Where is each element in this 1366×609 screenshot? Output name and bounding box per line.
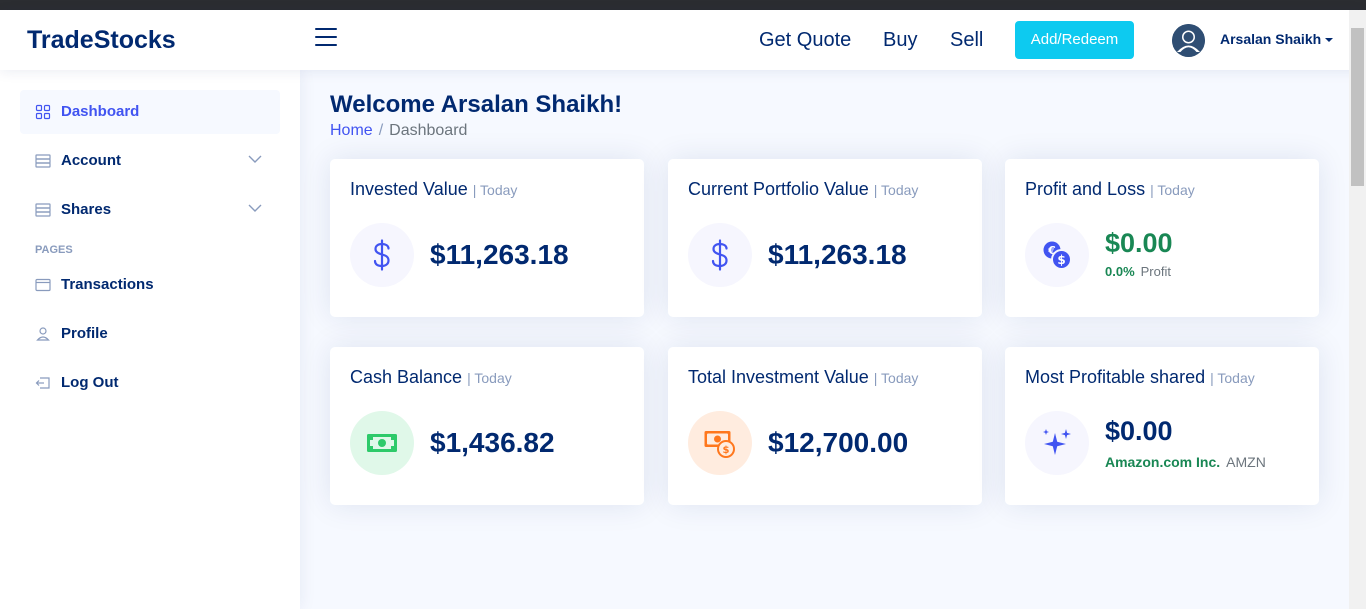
card-title: Total Investment Value xyxy=(688,367,869,387)
card-period: | Today xyxy=(1150,182,1195,198)
svg-text:$: $ xyxy=(723,445,730,456)
card-icon xyxy=(35,278,51,292)
sidebar-item-label: Log Out xyxy=(61,374,119,391)
cash-balance-amount: $1,436.82 xyxy=(430,427,555,458)
cash-balance-card: Cash Balance | Today $1,436.82 xyxy=(330,347,644,505)
pages-heading: PAGES xyxy=(35,244,73,256)
add-redeem-button[interactable]: Add/Redeem xyxy=(1015,21,1134,59)
caret-down-icon[interactable] xyxy=(1325,38,1333,42)
total-investment-amount: $12,700.00 xyxy=(768,427,909,458)
card-period: | Today xyxy=(472,182,518,198)
dollar-icon xyxy=(688,223,752,287)
cash-coin-icon: $ xyxy=(688,411,752,475)
card-period: | Today xyxy=(467,370,512,386)
portfolio-value-amount: $11,263.18 xyxy=(768,239,907,270)
invested-value-amount: $11,263.18 xyxy=(430,239,569,270)
sidebar: Dashboard Account Shares PAGES Transacti… xyxy=(0,70,300,609)
sidebar-item-label: Transactions xyxy=(61,276,154,293)
portfolio-value-card: Current Portfolio Value | Today $11,263.… xyxy=(668,159,982,317)
card-title: Most Profitable shared xyxy=(1025,367,1206,387)
breadcrumb: Home / Dashboard xyxy=(330,122,467,140)
sidebar-item-dashboard[interactable]: Dashboard xyxy=(20,90,280,134)
most-profitable-card: Most Profitable shared | Today $0.00 Ama… xyxy=(1005,347,1319,505)
card-period: | Today xyxy=(873,182,919,198)
dollar-icon xyxy=(350,223,414,287)
sidebar-item-shares[interactable]: Shares xyxy=(20,188,280,232)
card-title: Profit and Loss xyxy=(1025,179,1146,199)
invested-value-card: Invested Value | Today $11,263.18 xyxy=(330,159,644,317)
hamburger-menu-icon[interactable] xyxy=(315,28,337,48)
card-title: Cash Balance xyxy=(350,367,463,387)
menu-icon xyxy=(35,203,51,217)
menu-icon xyxy=(35,154,51,168)
breadcrumb-home[interactable]: Home xyxy=(330,122,373,139)
user-avatar-icon[interactable] xyxy=(1172,24,1205,57)
stars-icon xyxy=(1025,411,1089,475)
browser-top-strip xyxy=(0,0,1366,10)
sidebar-item-transactions[interactable]: Transactions xyxy=(20,263,280,307)
app-logo[interactable]: TradeStocks xyxy=(27,26,176,55)
user-name-dropdown[interactable]: Arsalan Shaikh xyxy=(1220,31,1321,47)
page-scrollbar[interactable] xyxy=(1349,10,1366,609)
card-title: Invested Value xyxy=(350,179,468,199)
breadcrumb-separator: / xyxy=(378,122,384,139)
profit-loss-card: Profit and Loss | Today € $ $0.00 0.0% Pr… xyxy=(1005,159,1319,317)
page-title: Welcome Arsalan Shaikh! xyxy=(330,91,623,118)
most-profitable-amount: $0.00 xyxy=(1105,416,1173,446)
card-period: | Today xyxy=(1210,370,1255,386)
total-investment-card: Total Investment Value | Today $ $12,700… xyxy=(668,347,982,505)
sidebar-item-logout[interactable]: Log Out xyxy=(20,361,280,405)
sidebar-item-account[interactable]: Account xyxy=(20,139,280,183)
nav-get-quote[interactable]: Get Quote xyxy=(759,29,851,52)
ticker-symbol: AMZN xyxy=(1226,454,1266,470)
profit-percent: 0.0% xyxy=(1105,264,1135,279)
svg-text:$: $ xyxy=(1057,253,1065,267)
nav-buy[interactable]: Buy xyxy=(883,29,917,52)
sidebar-item-label: Account xyxy=(61,152,121,169)
sidebar-item-label: Profile xyxy=(61,325,108,342)
sidebar-item-label: Shares xyxy=(61,201,112,218)
top-header: TradeStocks Get Quote Buy Sell Add/Redee… xyxy=(0,10,1366,70)
breadcrumb-current: Dashboard xyxy=(389,122,468,139)
chevron-down-icon[interactable] xyxy=(248,154,262,164)
chevron-down-icon[interactable] xyxy=(248,203,262,213)
sidebar-item-label: Dashboard xyxy=(61,103,140,120)
grid-icon xyxy=(35,104,51,120)
logout-icon xyxy=(35,377,50,389)
profit-label: Profit xyxy=(1140,264,1171,279)
cash-icon xyxy=(350,411,414,475)
company-name: Amazon.com Inc. xyxy=(1105,454,1221,470)
card-title: Current Portfolio Value xyxy=(688,179,869,199)
person-icon xyxy=(36,327,50,341)
nav-sell[interactable]: Sell xyxy=(950,29,983,52)
card-period: | Today xyxy=(873,370,919,386)
profit-loss-amount: $0.00 xyxy=(1105,228,1173,258)
sidebar-item-profile[interactable]: Profile xyxy=(20,312,280,356)
currency-exchange-icon: € $ xyxy=(1025,223,1089,287)
scrollbar-thumb[interactable] xyxy=(1351,28,1364,186)
